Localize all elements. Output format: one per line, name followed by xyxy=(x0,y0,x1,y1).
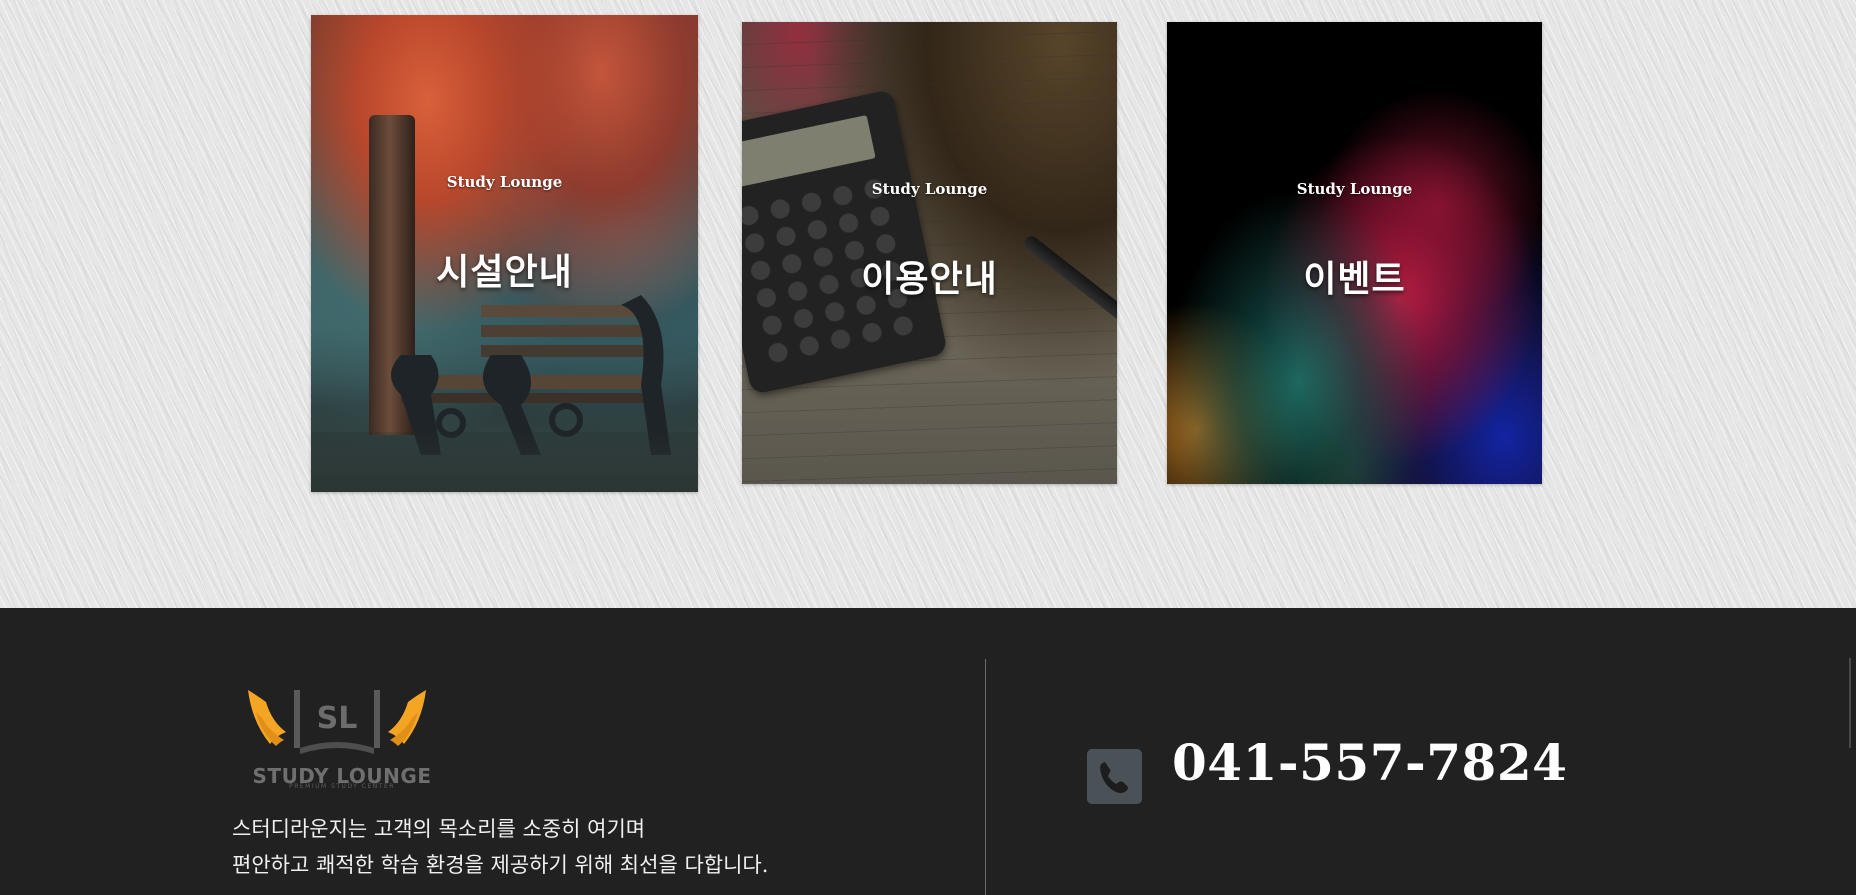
footer: SL STUDY LOUNGE PREMIUM STUDY CENTER 스터디… xyxy=(0,608,1856,895)
ground-image xyxy=(311,432,698,492)
logo-monogram: SL xyxy=(317,701,358,736)
phone-icon xyxy=(1087,749,1142,804)
footer-description-line: 편안하고 쾌적한 학습 환경을 제공하기 위해 최선을 다합니다. xyxy=(232,853,769,877)
card-usage-guide[interactable]: Study Lounge 이용안내 xyxy=(742,22,1117,484)
footer-description-line: 스터디라운지는 고객의 목소리를 소중히 여기며 xyxy=(232,817,646,841)
scrollbar-edge[interactable] xyxy=(1849,658,1851,748)
card-title: 이벤트 xyxy=(1303,259,1406,300)
card-facilities[interactable]: Study Lounge 시설안내 xyxy=(311,15,698,492)
card-events[interactable]: Study Lounge 이벤트 xyxy=(1167,22,1542,484)
cards-section: Study Lounge 시설안내 Study Lounge 이용안내 Stud… xyxy=(0,0,1856,608)
card-title: 시설안내 xyxy=(436,252,573,293)
card-eyebrow: Study Lounge xyxy=(446,173,563,191)
logo-subtext: PREMIUM STUDY CENTER xyxy=(289,783,395,790)
card-eyebrow: Study Lounge xyxy=(871,180,988,198)
phone-number[interactable]: 041-557-7824 xyxy=(1172,733,1567,792)
card-title: 이용안내 xyxy=(861,259,998,300)
footer-divider xyxy=(985,659,986,895)
footer-description: 스터디라운지는 고객의 목소리를 소중히 여기며 편안하고 쾌적한 학습 환경을… xyxy=(232,811,768,883)
card-eyebrow: Study Lounge xyxy=(1296,180,1413,198)
